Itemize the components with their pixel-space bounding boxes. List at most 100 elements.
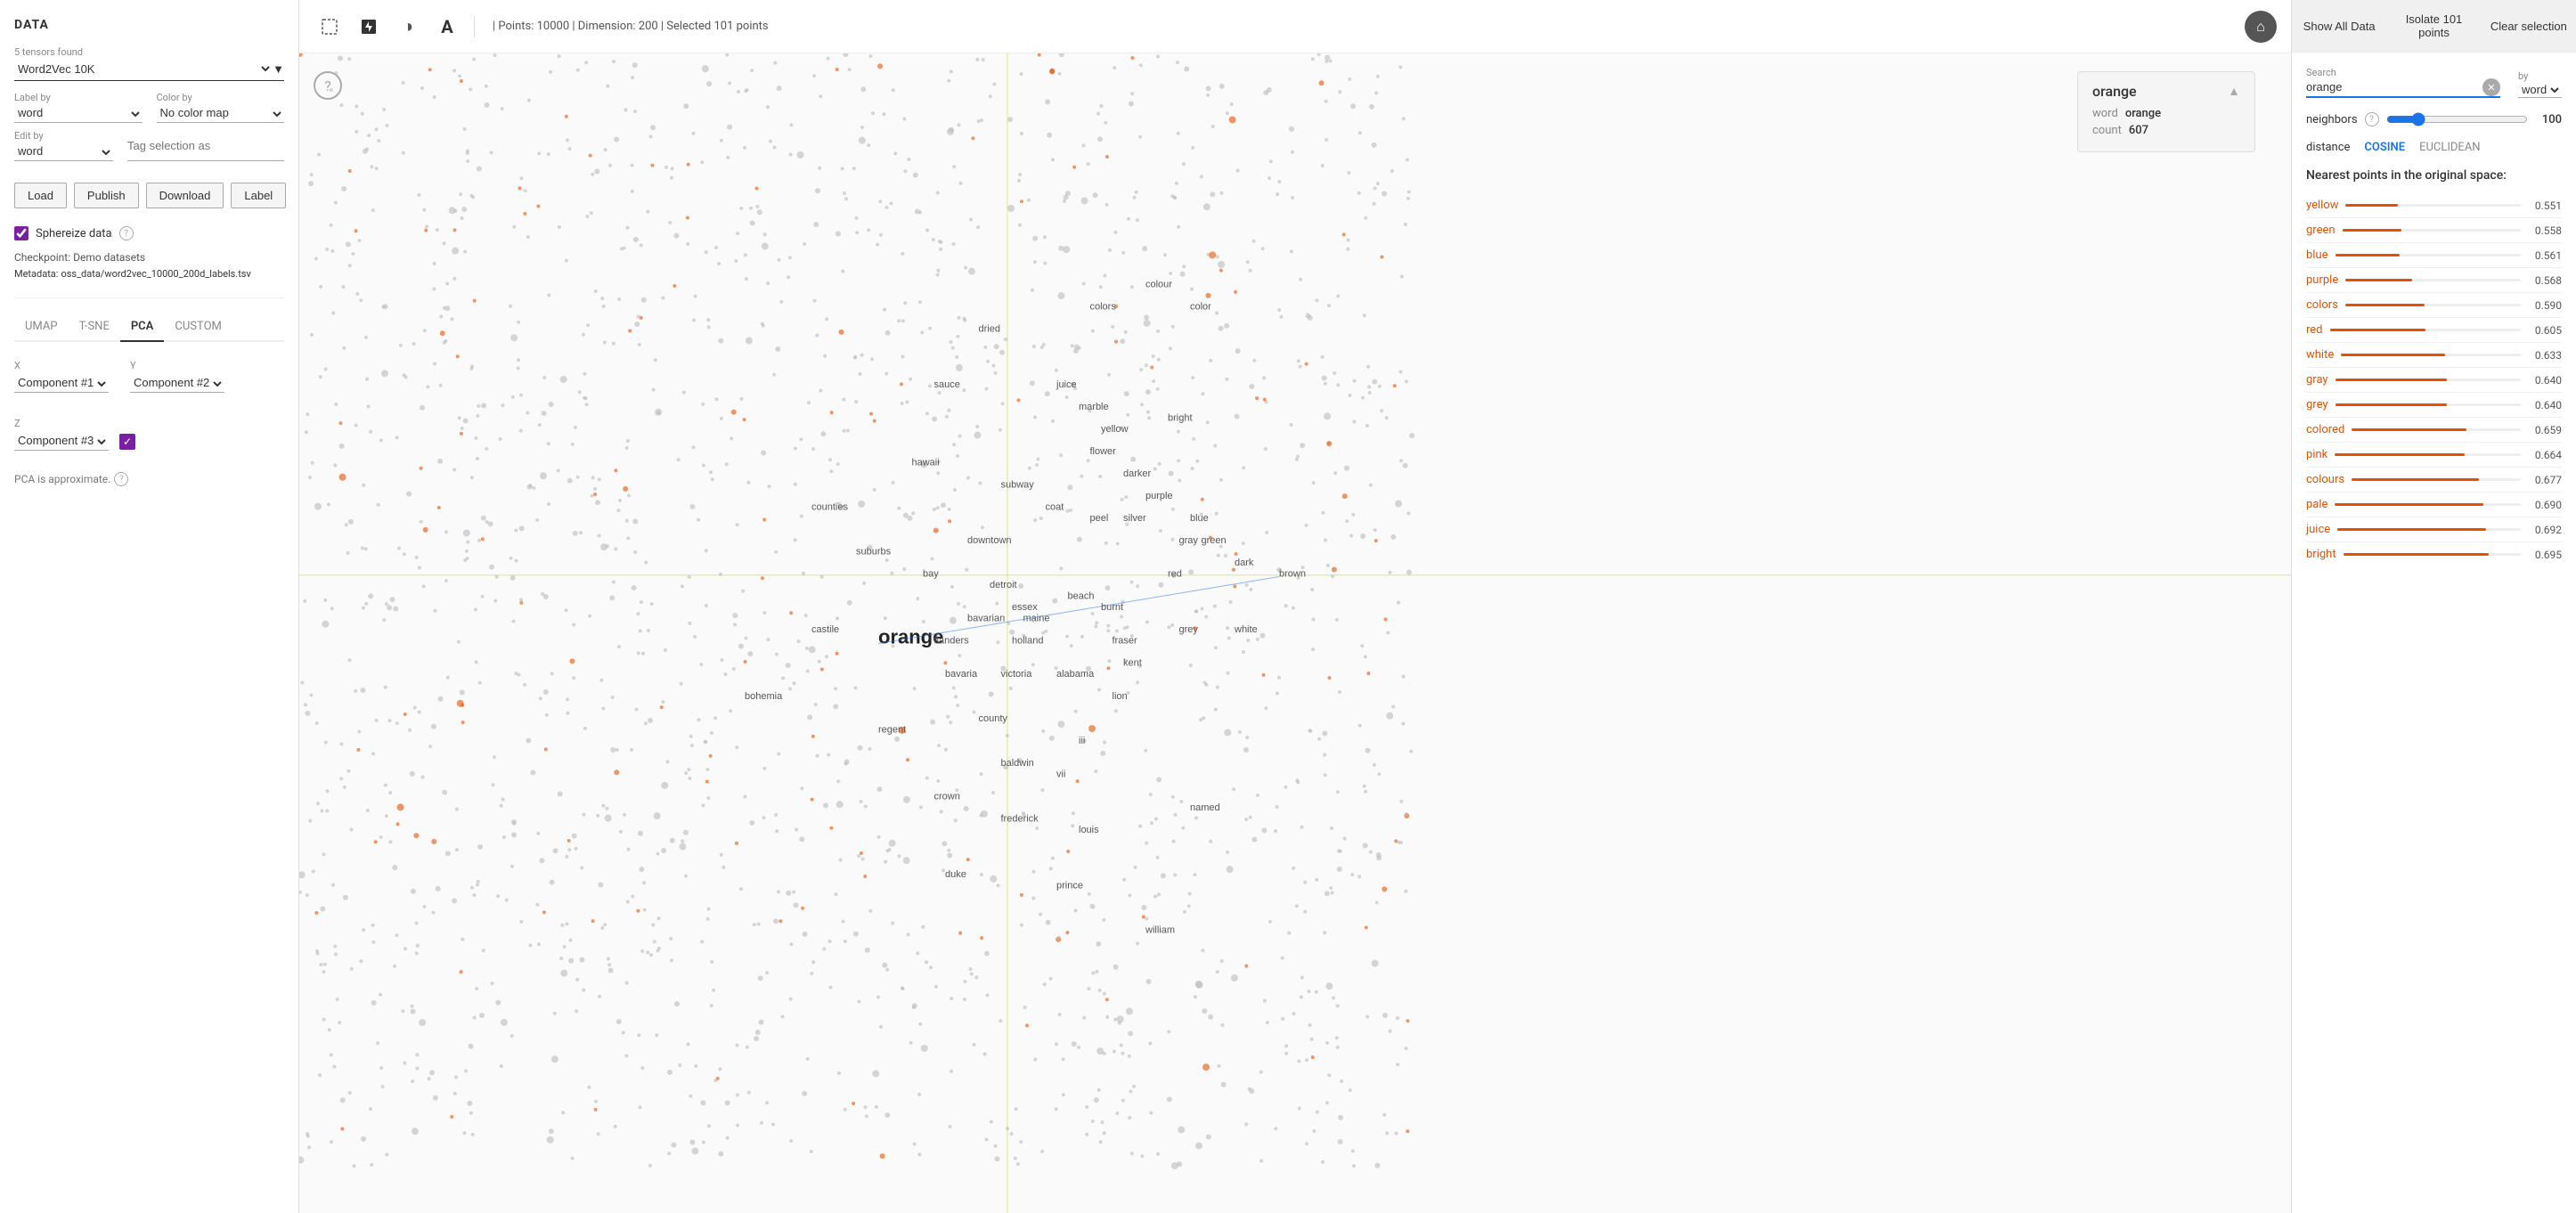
clear-selection-button[interactable]: Clear selection: [2482, 0, 2576, 52]
select-lightning-icon[interactable]: [353, 11, 385, 43]
tag-input-group: [127, 130, 284, 161]
nearest-value: 0.692: [2528, 524, 2562, 536]
nearest-item[interactable]: bright 0.695: [2306, 542, 2562, 566]
toolbar-points-info: | Points: 10000 | Dimension: 200 | Selec…: [493, 20, 769, 33]
nearest-item[interactable]: juice 0.692: [2306, 517, 2562, 542]
y-axis-select[interactable]: Component #2: [130, 375, 224, 393]
sphereize-help-icon[interactable]: ?: [119, 226, 134, 240]
svg-text:peel: peel: [1090, 513, 1109, 524]
euclidean-option[interactable]: EUCLIDEAN: [2419, 141, 2481, 154]
label-by-select[interactable]: word: [14, 105, 143, 123]
nearest-item[interactable]: pale 0.690: [2306, 493, 2562, 517]
svg-text:crown: crown: [934, 792, 960, 802]
nearest-word-label[interactable]: colours: [2306, 473, 2344, 486]
by-select[interactable]: word: [2518, 82, 2562, 98]
edit-by-select[interactable]: word: [14, 143, 113, 161]
nearest-item[interactable]: white 0.633: [2306, 343, 2562, 368]
tag-selection-input[interactable]: [127, 130, 284, 161]
nearest-word-label[interactable]: yellow: [2306, 199, 2338, 212]
nearest-word-label[interactable]: blue: [2306, 248, 2328, 262]
nearest-item[interactable]: gray 0.640: [2306, 368, 2562, 393]
load-button[interactable]: Load: [14, 183, 67, 208]
nearest-bar: [2341, 354, 2445, 356]
color-by-select[interactable]: No color map: [157, 105, 285, 123]
neighbors-label: neighbors: [2306, 113, 2358, 126]
tab-pca[interactable]: PCA: [120, 313, 165, 342]
scatter-area[interactable]: orangecolorscolourcolordriedsaucejuicema…: [299, 53, 2291, 1213]
nearest-bar: [2335, 503, 2483, 506]
nearest-bar: [2343, 229, 2401, 232]
home-button[interactable]: ⌂: [2245, 11, 2277, 43]
nearest-word-label[interactable]: gray: [2306, 373, 2328, 387]
nearest-item[interactable]: colored 0.659: [2306, 418, 2562, 443]
select-box-icon[interactable]: [314, 11, 346, 43]
tooltip-word-row: word orange: [2092, 107, 2240, 120]
svg-text:detroit: detroit: [990, 580, 1017, 590]
nearest-item[interactable]: colours 0.677: [2306, 468, 2562, 493]
neighbors-help-icon[interactable]: ?: [2365, 112, 2379, 126]
search-clear-button[interactable]: ✕: [2482, 78, 2500, 96]
search-input[interactable]: [2306, 80, 2482, 95]
x-axis-select[interactable]: Component #1: [14, 375, 109, 393]
nearest-value: 0.633: [2528, 349, 2562, 362]
pca-approx-help-icon[interactable]: ?: [114, 472, 128, 486]
nearest-word-label[interactable]: purple: [2306, 273, 2338, 287]
nearest-item[interactable]: grey 0.640: [2306, 393, 2562, 418]
nearest-word-label[interactable]: colored: [2306, 423, 2344, 436]
svg-text:blue: blue: [1190, 513, 1209, 524]
neighbors-slider-wrap: [2386, 112, 2528, 126]
nearest-item[interactable]: pink 0.664: [2306, 443, 2562, 468]
download-button[interactable]: Download: [146, 183, 224, 208]
toolbar: ◑ A | Points: 10000 | Dimension: 200 | S…: [299, 0, 2291, 53]
nearest-item[interactable]: blue 0.561: [2306, 243, 2562, 268]
svg-text:silver: silver: [1123, 513, 1146, 524]
sphereize-checkbox[interactable]: [14, 226, 29, 240]
nearest-bar-wrap: [2335, 453, 2521, 456]
right-panel: Show All Data Isolate 101 points Clear s…: [2291, 0, 2576, 1213]
nearest-bar-wrap: [2336, 254, 2521, 256]
night-mode-icon[interactable]: ◑: [392, 11, 424, 43]
label-icon[interactable]: A: [431, 11, 463, 43]
nearest-word-label[interactable]: juice: [2306, 523, 2330, 536]
label-button[interactable]: Label: [231, 183, 286, 208]
nearest-value: 0.561: [2528, 249, 2562, 262]
nearest-word-label[interactable]: green: [2306, 224, 2336, 237]
search-input-wrap: Search ✕: [2306, 67, 2500, 98]
svg-text:bavarian: bavarian: [967, 614, 1005, 624]
isolate-points-button[interactable]: Isolate 101 points: [2386, 0, 2481, 52]
tab-tsne[interactable]: T-SNE: [69, 313, 120, 342]
search-row: Search ✕ by word: [2306, 67, 2562, 98]
z-axis-select[interactable]: Component #3: [14, 433, 109, 451]
nearest-word-label[interactable]: pale: [2306, 498, 2327, 511]
tooltip-close-icon[interactable]: ▲: [2228, 84, 2240, 99]
z-checkbox[interactable]: [119, 434, 135, 450]
nearest-word-label[interactable]: pink: [2306, 448, 2327, 461]
nearest-bar: [2336, 254, 2401, 256]
nearest-value: 0.695: [2528, 549, 2562, 561]
publish-button[interactable]: Publish: [74, 183, 139, 208]
tab-umap[interactable]: UMAP: [14, 313, 69, 342]
nearest-item[interactable]: green 0.558: [2306, 218, 2562, 243]
nearest-value: 0.590: [2528, 299, 2562, 312]
tensor-select[interactable]: Word2Vec 10K: [14, 61, 273, 77]
svg-text:beach: beach: [1068, 591, 1095, 602]
show-all-data-button[interactable]: Show All Data: [2292, 0, 2386, 52]
nearest-word-label[interactable]: white: [2306, 348, 2334, 362]
nearest-item[interactable]: purple 0.568: [2306, 268, 2562, 293]
nearest-word-label[interactable]: red: [2306, 323, 2323, 337]
left-panel: DATA 5 tensors found Word2Vec 10K ▼ Labe…: [0, 0, 299, 1213]
nearest-word-label[interactable]: bright: [2306, 548, 2336, 561]
nearest-item[interactable]: red 0.605: [2306, 318, 2562, 343]
tab-custom[interactable]: CUSTOM: [164, 313, 232, 342]
svg-text:louis: louis: [1079, 825, 1099, 835]
svg-text:bohemia: bohemia: [745, 691, 783, 702]
neighbors-slider[interactable]: [2386, 112, 2528, 126]
scatter-plot[interactable]: orangecolorscolourcolordriedsaucejuicema…: [299, 53, 2291, 1213]
svg-text:castile: castile: [811, 624, 839, 635]
nearest-word-label[interactable]: grey: [2306, 398, 2328, 411]
nearest-item[interactable]: colors 0.590: [2306, 293, 2562, 318]
nearest-bar: [2336, 379, 2447, 381]
cosine-option[interactable]: COSINE: [2364, 141, 2405, 154]
nearest-item[interactable]: yellow 0.551: [2306, 193, 2562, 218]
nearest-word-label[interactable]: colors: [2306, 298, 2338, 312]
